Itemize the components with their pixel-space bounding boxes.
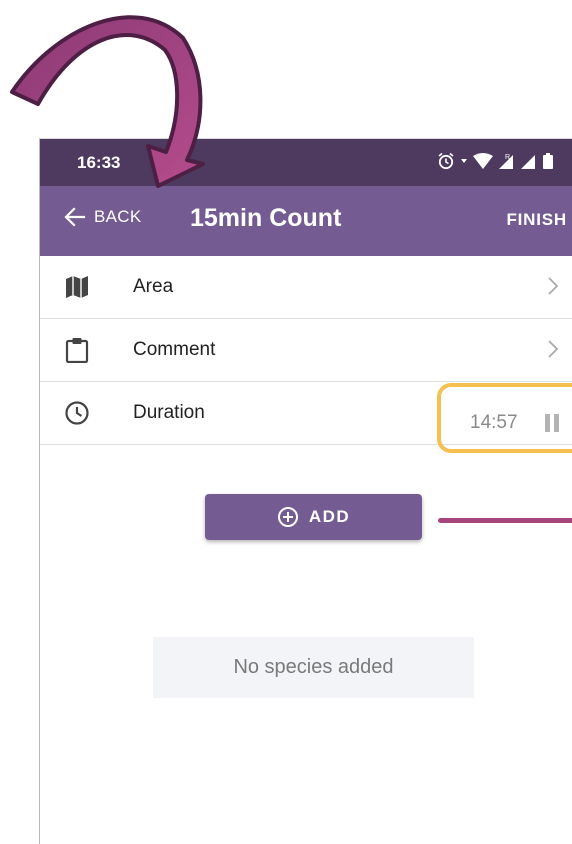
- map-icon: [66, 276, 88, 298]
- chevron-right-icon: [548, 277, 559, 295]
- row-label-area: Area: [133, 276, 174, 297]
- row-label-duration: Duration: [133, 402, 205, 423]
- plus-circle-icon: [277, 507, 298, 527]
- empty-state-text: No species added: [233, 656, 394, 678]
- wifi-icon: [473, 153, 493, 169]
- svg-text:R: R: [505, 154, 510, 161]
- row-label-comment: Comment: [133, 339, 216, 360]
- back-button[interactable]: BACK: [64, 206, 142, 228]
- finish-button[interactable]: FINISH: [506, 210, 567, 230]
- alarm-icon: [438, 152, 454, 170]
- list-item-area[interactable]: Area: [40, 256, 572, 319]
- timer-value: 14:57: [470, 412, 518, 433]
- battery-icon: [543, 153, 553, 169]
- signal-icon: [521, 155, 535, 169]
- page-title: 15min Count: [190, 204, 342, 232]
- annotation-pointer-line: [438, 518, 572, 523]
- signal-roaming-icon: R: [499, 154, 513, 169]
- add-button[interactable]: ADD: [205, 494, 422, 540]
- back-label: BACK: [94, 207, 142, 226]
- chevron-right-icon: [548, 340, 559, 358]
- phone-screen: 16:33 R BACK 15min Count FINISH Area Com…: [39, 138, 572, 844]
- add-button-label: ADD: [308, 507, 351, 526]
- app-bar: BACK 15min Count FINISH: [40, 186, 572, 256]
- clipboard-icon: [65, 338, 89, 363]
- pause-icon[interactable]: [543, 413, 561, 433]
- list-item-comment[interactable]: Comment: [40, 319, 572, 382]
- empty-state: No species added: [153, 637, 474, 698]
- clock-icon: [65, 401, 89, 425]
- annotation-arrow: [10, 15, 205, 188]
- status-icons: R: [437, 152, 553, 170]
- dropdown-dot-icon: [461, 159, 467, 163]
- arrow-left-icon: [64, 207, 86, 227]
